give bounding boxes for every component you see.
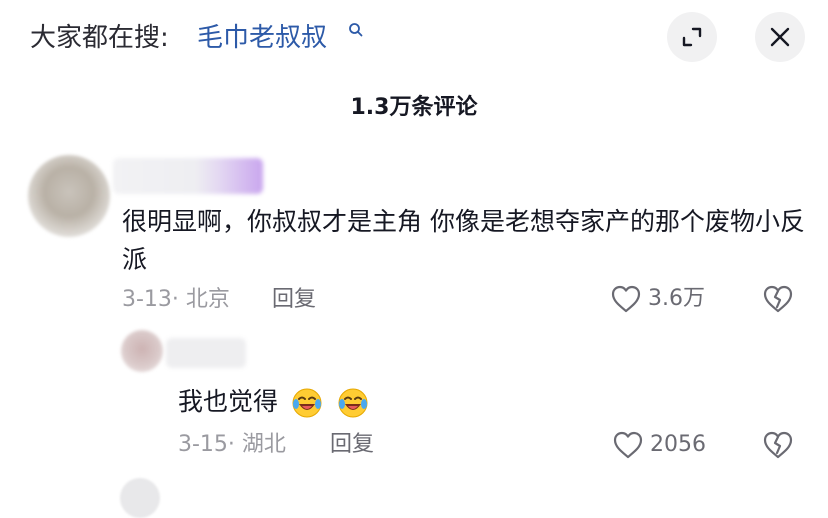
comment-date-location: 3-13· 北京 [122,287,230,312]
laugh-cry-emoji [292,388,322,418]
broken-heart-icon[interactable] [762,430,794,460]
expand-icon [682,27,702,47]
reply-reply-button[interactable]: 回复 [330,430,374,460]
broken-heart-icon[interactable] [762,284,794,314]
next-comment-avatar[interactable] [120,478,160,518]
like-count: 3.6万 [648,286,705,311]
avatar[interactable] [28,155,110,237]
search-icon [349,23,363,37]
heart-outline-icon [613,431,643,459]
close-icon [770,27,790,47]
like-button[interactable]: 3.6万 [610,284,705,314]
reply-like-button[interactable]: 2056 [612,430,706,460]
reply-avatar[interactable] [121,330,163,372]
close-button[interactable] [755,12,805,62]
reply-text-row: 我也觉得 [178,383,370,421]
laugh-cry-emoji [338,388,368,418]
reply-text: 我也觉得 [178,387,279,416]
search-suggestion-link[interactable]: 毛巾老叔叔 [197,20,327,56]
comment-text: 很明显啊，你叔叔才是主角 你像是老想夺家产的那个废物小反派 [122,207,805,274]
reply-button[interactable]: 回复 [272,285,316,315]
username-blurred[interactable] [113,158,263,194]
reply-username-blurred[interactable] [166,338,246,368]
expand-button[interactable] [667,12,717,62]
comment-count-title: 1.3万条评论 [350,95,478,120]
search-suggestion-prefix: 大家都在搜: [30,23,169,53]
reply-date-location: 3-15· 湖北 [178,432,286,457]
reply-like-count: 2056 [650,432,706,457]
heart-outline-icon [611,285,641,313]
